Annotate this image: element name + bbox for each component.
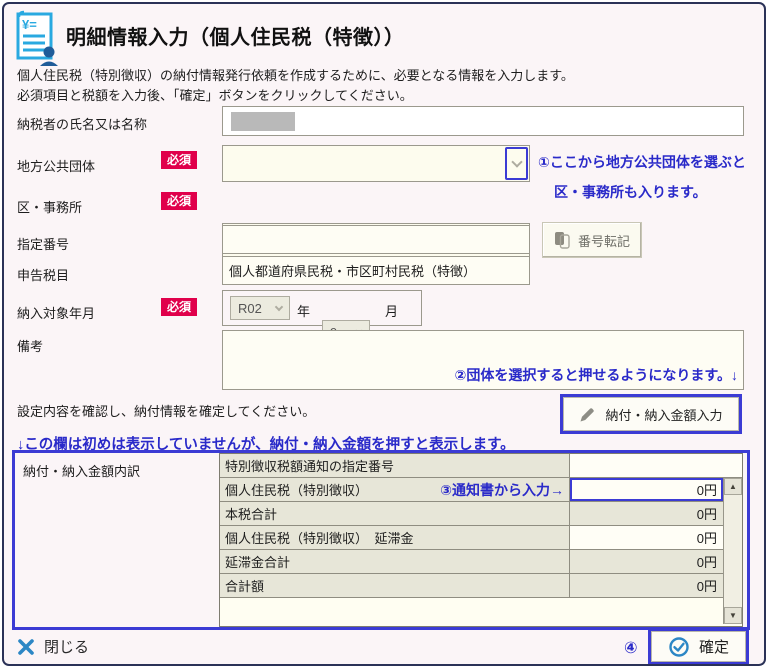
- remarks-label: 備考: [17, 339, 44, 354]
- year-select[interactable]: R02: [230, 296, 290, 320]
- amount-input-button-highlight: 納付・納入金額入力: [560, 394, 742, 434]
- copy-icon: [554, 232, 570, 249]
- designated-number-field[interactable]: [222, 225, 530, 254]
- confirm-button[interactable]: 確定: [651, 631, 746, 662]
- row-label: 合計額: [220, 574, 570, 597]
- year-unit-label: 年: [297, 304, 311, 319]
- triangle-up-icon: ▲: [729, 482, 737, 491]
- ward-office-label: 区・事務所: [17, 200, 83, 215]
- table-row: 個人住民税（特別徴収） ③通知書から入力→ 0円: [220, 478, 723, 502]
- table-row: 延滞金合計 0円: [220, 550, 723, 574]
- transfer-number-label: 番号転記: [577, 233, 630, 249]
- check-circle-icon: [669, 636, 689, 657]
- row-label: 個人住民税（特別徴収） 延滞金: [220, 526, 570, 549]
- row-value-readonly: 0円: [570, 502, 723, 525]
- table-rows: 個人住民税（特別徴収） ③通知書から入力→ 0円 本税合計 0円 個人住民税（特…: [220, 478, 723, 624]
- amount-input-label: 納付・納入金額入力: [605, 407, 723, 423]
- table-row: 本税合計 0円: [220, 502, 723, 526]
- table-row: 個人住民税（特別徴収） 延滞金 0円: [220, 526, 723, 550]
- tax-item-label: 申告税目: [17, 268, 70, 283]
- confirm-button-highlight: 確定: [648, 628, 749, 664]
- page-title: 明細情報入力（個人住民税（特徴））: [66, 27, 405, 49]
- table-empty-area: [220, 598, 723, 624]
- month-unit-label: 月: [385, 304, 399, 319]
- row-label: 特別徴収税額通知の指定番号: [220, 454, 570, 477]
- scroll-down-button[interactable]: ▼: [724, 607, 742, 624]
- close-icon: [18, 638, 34, 655]
- payment-period-required-badge: 必須: [161, 298, 198, 316]
- tax-item-value: 個人都道府県民税・市区町村民税（特徴）: [229, 264, 477, 279]
- redacted-name-value: [231, 112, 295, 131]
- annotation-5: ④: [624, 640, 638, 657]
- chevron-down-icon: [274, 302, 284, 311]
- row-value-readonly: 0円: [570, 550, 723, 573]
- designated-number-label: 指定番号: [17, 237, 70, 252]
- transfer-number-button[interactable]: 番号転記: [542, 222, 642, 258]
- row-value-readonly: 0円: [570, 574, 723, 597]
- row-label: 延滞金合計: [220, 550, 570, 573]
- confirm-instruction: 設定内容を確認し、納付情報を確定してください。: [17, 404, 316, 419]
- table-scrollbar[interactable]: ▲ ▼: [723, 478, 742, 624]
- annotation-1-line-1: ①ここから地方公共団体を選ぶと: [538, 154, 746, 170]
- description-line-1: 個人住民税（特別徴収）の納付情報発行依頼を作成するために、必要となる情報を入力し…: [17, 68, 574, 83]
- row-label-with-annotation: 個人住民税（特別徴収） ③通知書から入力→: [220, 478, 570, 501]
- municipality-label: 地方公共団体: [17, 159, 96, 174]
- detail-input-icon: ¥=: [14, 10, 60, 71]
- municipality-required-badge: 必須: [161, 151, 198, 169]
- triangle-down-icon: ▼: [729, 611, 737, 620]
- year-value: R02: [238, 300, 262, 316]
- ward-office-required-badge: 必須: [161, 192, 198, 210]
- table-row: 合計額 0円: [220, 574, 723, 598]
- confirm-label: 確定: [698, 639, 729, 656]
- annotation-4: ③通知書から入力→: [440, 481, 564, 498]
- breakdown-section: 納付・納入金額内訳 特別徴収税額通知の指定番号 個人住民税（特別徴収） ③通知書…: [12, 450, 750, 630]
- payment-period-group: R02 年 9 月: [222, 290, 422, 344]
- chevron-down-icon: [510, 155, 523, 168]
- row-value-input[interactable]: [570, 454, 742, 477]
- remarks-textarea[interactable]: ②団体を選択すると押せるようになります。↓: [222, 330, 744, 390]
- close-label: 閉じる: [44, 639, 90, 656]
- row-label: 個人住民税（特別徴収）: [225, 483, 369, 498]
- breakdown-label: 納付・納入金額内訳: [23, 464, 141, 479]
- municipality-dropdown[interactable]: [222, 145, 530, 182]
- table-scroll-body: 個人住民税（特別徴収） ③通知書から入力→ 0円 本税合計 0円 個人住民税（特…: [220, 478, 742, 624]
- row-label: 本税合計: [220, 502, 570, 525]
- close-button[interactable]: 閉じる: [17, 636, 89, 657]
- dialog-window: ¥= 明細情報入力（個人住民税（特徴）） 個人住民税（特別徴収）の納付情報発行依…: [2, 2, 766, 666]
- payment-period-label: 納入対象年月: [17, 306, 96, 321]
- pencil-icon: [580, 407, 595, 421]
- description-line-2: 必須項目と税額を入力後、「確定」ボタンをクリックしてください。: [17, 88, 413, 103]
- amount-input-button[interactable]: 納付・納入金額入力: [563, 397, 739, 431]
- tax-item-field: 個人都道府県民税・市区町村民税（特徴）: [222, 256, 530, 285]
- breakdown-table: 特別徴収税額通知の指定番号 個人住民税（特別徴収） ③通知書から入力→ 0円 本…: [219, 453, 743, 627]
- year-select-button[interactable]: [270, 298, 288, 318]
- svg-text:¥=: ¥=: [22, 17, 37, 32]
- taxpayer-name-field[interactable]: [222, 106, 744, 136]
- annotation-2: ②団体を選択すると押せるようになります。↓: [454, 367, 738, 383]
- annotation-1-line-2: 区・事務所も入ります。: [554, 184, 707, 200]
- table-row: 特別徴収税額通知の指定番号: [220, 454, 742, 478]
- row-value-input[interactable]: 0円: [570, 526, 723, 549]
- taxpayer-name-label: 納税者の氏名又は名称: [17, 117, 148, 132]
- municipality-dropdown-button[interactable]: [505, 147, 528, 180]
- row-value-input[interactable]: 0円: [570, 478, 723, 501]
- scroll-up-button[interactable]: ▲: [724, 478, 742, 495]
